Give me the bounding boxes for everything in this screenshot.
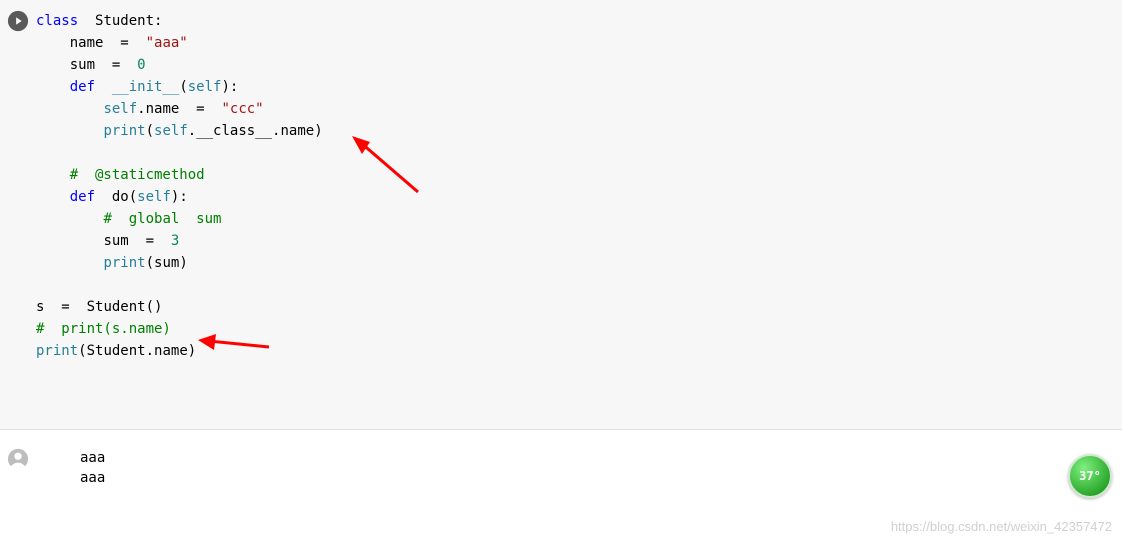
output-line: aaa	[80, 448, 1122, 468]
code-line: def do(self):	[36, 186, 1122, 208]
code-line: print(sum)	[36, 252, 1122, 274]
code-line: s = Student()	[36, 296, 1122, 318]
code-line: # global sum	[36, 208, 1122, 230]
code-editor[interactable]: class Student: name = "aaa" sum = 0 def …	[36, 6, 1122, 423]
run-icon[interactable]	[7, 10, 29, 32]
code-cell: class Student: name = "aaa" sum = 0 def …	[0, 0, 1122, 430]
run-button-container	[0, 6, 36, 423]
code-line: # @staticmethod	[36, 164, 1122, 186]
output-line: aaa	[80, 468, 1122, 488]
output-area: aaa aaa	[36, 446, 1122, 488]
output-cell: aaa aaa	[0, 440, 1122, 494]
user-avatar-icon	[7, 448, 29, 470]
code-line: sum = 0	[36, 54, 1122, 76]
output-icon-container	[0, 446, 36, 488]
cell-separator	[0, 430, 1122, 440]
code-line: name = "aaa"	[36, 32, 1122, 54]
annotation-arrow-icon	[348, 132, 428, 202]
code-line: class Student:	[36, 10, 1122, 32]
code-line: self.name = "ccc"	[36, 98, 1122, 120]
code-line	[36, 274, 1122, 296]
badge-value: 37°	[1079, 469, 1101, 483]
code-line: print(self.__class__.name)	[36, 120, 1122, 142]
code-line: sum = 3	[36, 230, 1122, 252]
watermark-text: https://blog.csdn.net/weixin_42357472	[891, 519, 1112, 534]
annotation-arrow-icon	[194, 332, 274, 354]
percentage-badge: 37°	[1068, 454, 1112, 498]
code-line: def __init__(self):	[36, 76, 1122, 98]
code-line	[36, 142, 1122, 164]
